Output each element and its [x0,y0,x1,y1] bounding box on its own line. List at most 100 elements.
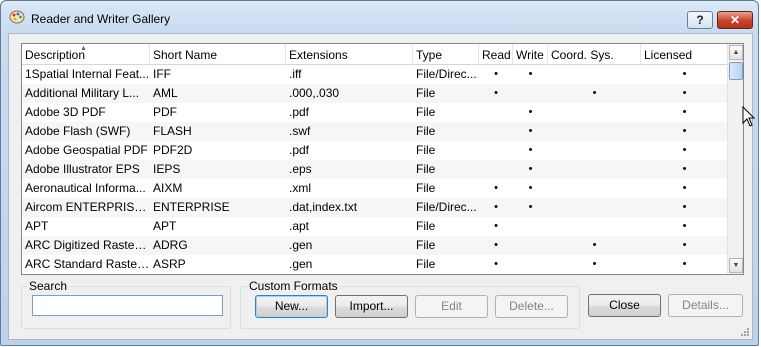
cell-short-name: AML [153,86,178,100]
cell-coord-sys [548,65,641,84]
cell-coord-sys [548,141,641,160]
help-button[interactable]: ? [687,11,713,29]
window-title: Reader and Writer Gallery [31,12,171,26]
column-header-type[interactable]: Type [413,44,479,65]
cell-short-name: IEPS [153,162,181,176]
cell-read [479,122,513,141]
resize-grip-icon[interactable] [740,327,750,337]
search-input[interactable] [32,295,223,316]
scroll-up-arrow-icon[interactable]: ▲ [729,45,743,60]
table-row[interactable]: ARC Standard Raster ... ASRP .gen File • • • [22,255,728,274]
details-button[interactable]: Details... [668,294,743,317]
cell-description: Adobe 3D PDF [25,105,106,119]
cell-coord-sys [548,103,641,122]
table-row[interactable]: Adobe Illustrator EPS IEPS .eps File • • [22,160,728,179]
cell-licensed: • [682,182,687,194]
cell-description: Adobe Flash (SWF) [25,124,131,138]
cell-description: Adobe Geospatial PDF [25,143,148,157]
column-header-licensed[interactable]: Licensed [641,44,728,65]
cell-write [513,255,548,274]
table-row[interactable]: Adobe Geospatial PDF PDF2D .pdf File • • [22,141,728,160]
cell-licensed: • [682,163,687,175]
cell-licensed: • [682,239,687,251]
cell-extensions: .eps [289,162,312,176]
column-header-coord-sys[interactable]: Coord. Sys. [548,44,641,65]
vertical-scrollbar[interactable]: ▲ ▼ [727,44,743,274]
cell-extensions: .gen [289,257,313,271]
formats-table[interactable]: Description ▲ Short Name Extensions Type… [21,43,744,275]
cell-write: • [528,106,533,118]
cell-description: ARC Digitized Raster ... [25,238,150,252]
table-row[interactable]: Additional Military L... AML .000,.030 File… [22,84,728,103]
cell-write: • [528,144,533,156]
cell-short-name: FLASH [153,124,192,138]
cell-write: • [528,201,533,213]
scroll-down-arrow-icon[interactable]: ▼ [729,258,743,273]
cell-write [513,236,548,255]
table-row[interactable]: Adobe 3D PDF PDF .pdf File • • [22,103,728,122]
cell-description: 1Spatial Internal Feat... [25,67,150,81]
cell-licensed: • [682,144,687,156]
cell-read: • [494,220,498,232]
column-header-short-name[interactable]: Short Name [150,44,286,65]
new-format-button[interactable]: New... [255,295,328,318]
column-header-label: Description [25,48,86,62]
table-row[interactable]: Aeronautical Informa... AIXM .xml File • • • [22,179,728,198]
cell-write: • [528,182,533,194]
cell-description: Aircom ENTERPRISE ... [25,200,150,214]
table-row[interactable]: APT APT .apt File • • [22,217,728,236]
cell-short-name: AIXM [153,181,183,195]
cell-short-name: ASRP [153,257,186,271]
cell-extensions: .000,.030 [289,86,340,100]
cell-short-name: APT [153,219,177,233]
close-button[interactable]: Close [588,294,661,317]
cell-licensed: • [682,68,687,80]
cell-type: File [416,105,436,119]
cell-licensed: • [682,106,687,118]
title-bar[interactable]: Reader and Writer Gallery ? ✕ [1,1,758,33]
column-header-description[interactable]: Description ▲ [22,44,150,65]
cell-coord-sys [548,122,641,141]
cell-write [513,217,548,236]
cell-licensed: • [682,201,687,213]
cell-licensed: • [682,258,687,270]
cell-read: • [494,258,498,270]
cell-extensions: .dat,index.txt [289,200,358,214]
cell-read: • [494,239,498,251]
cell-short-name: PDF [153,105,177,119]
table-header: Description ▲ Short Name Extensions Type… [22,44,728,65]
cell-coord-sys: • [592,258,597,270]
column-header-write[interactable]: Write [513,44,548,65]
mouse-pointer-icon [742,106,756,127]
column-header-read[interactable]: Read [479,44,513,65]
delete-format-button[interactable]: Delete... [495,295,568,318]
cell-write: • [528,125,533,137]
cell-type: File [416,143,436,157]
scrollbar-thumb[interactable] [729,62,743,80]
cell-extensions: .iff [289,67,302,81]
search-label: Search [27,279,70,293]
cell-write: • [528,163,533,175]
cell-read: • [494,201,498,213]
palette-icon [9,10,25,24]
cell-short-name: ENTERPRISE [153,200,230,214]
table-row[interactable]: 1Spatial Internal Feat... IFF .iff File/Dir… [22,65,728,84]
column-header-extensions[interactable]: Extensions [286,44,413,65]
window-close-button[interactable]: ✕ [717,11,753,29]
cell-description: Additional Military L... [25,86,140,100]
table-row[interactable]: Aircom ENTERPRISE ... ENTERPRISE .dat,inde… [22,198,728,217]
cell-read: • [494,182,498,194]
edit-format-button[interactable]: Edit [415,295,488,318]
cell-coord-sys: • [592,239,597,251]
table-row[interactable]: ARC Digitized Raster ... ADRG .gen File • • • [22,236,728,255]
cell-type: File [416,86,436,100]
cell-type: File/Direc... [416,200,477,214]
cell-description: ARC Standard Raster ... [25,257,150,271]
sort-ascending-icon: ▲ [80,45,87,52]
cell-coord-sys [548,179,641,198]
table-row[interactable]: Adobe Flash (SWF) FLASH .swf File • • [22,122,728,141]
cell-type: File/Direc... [416,67,477,81]
cell-read: • [494,87,498,99]
import-format-button[interactable]: Import... [335,295,408,318]
cell-type: File [416,238,436,252]
